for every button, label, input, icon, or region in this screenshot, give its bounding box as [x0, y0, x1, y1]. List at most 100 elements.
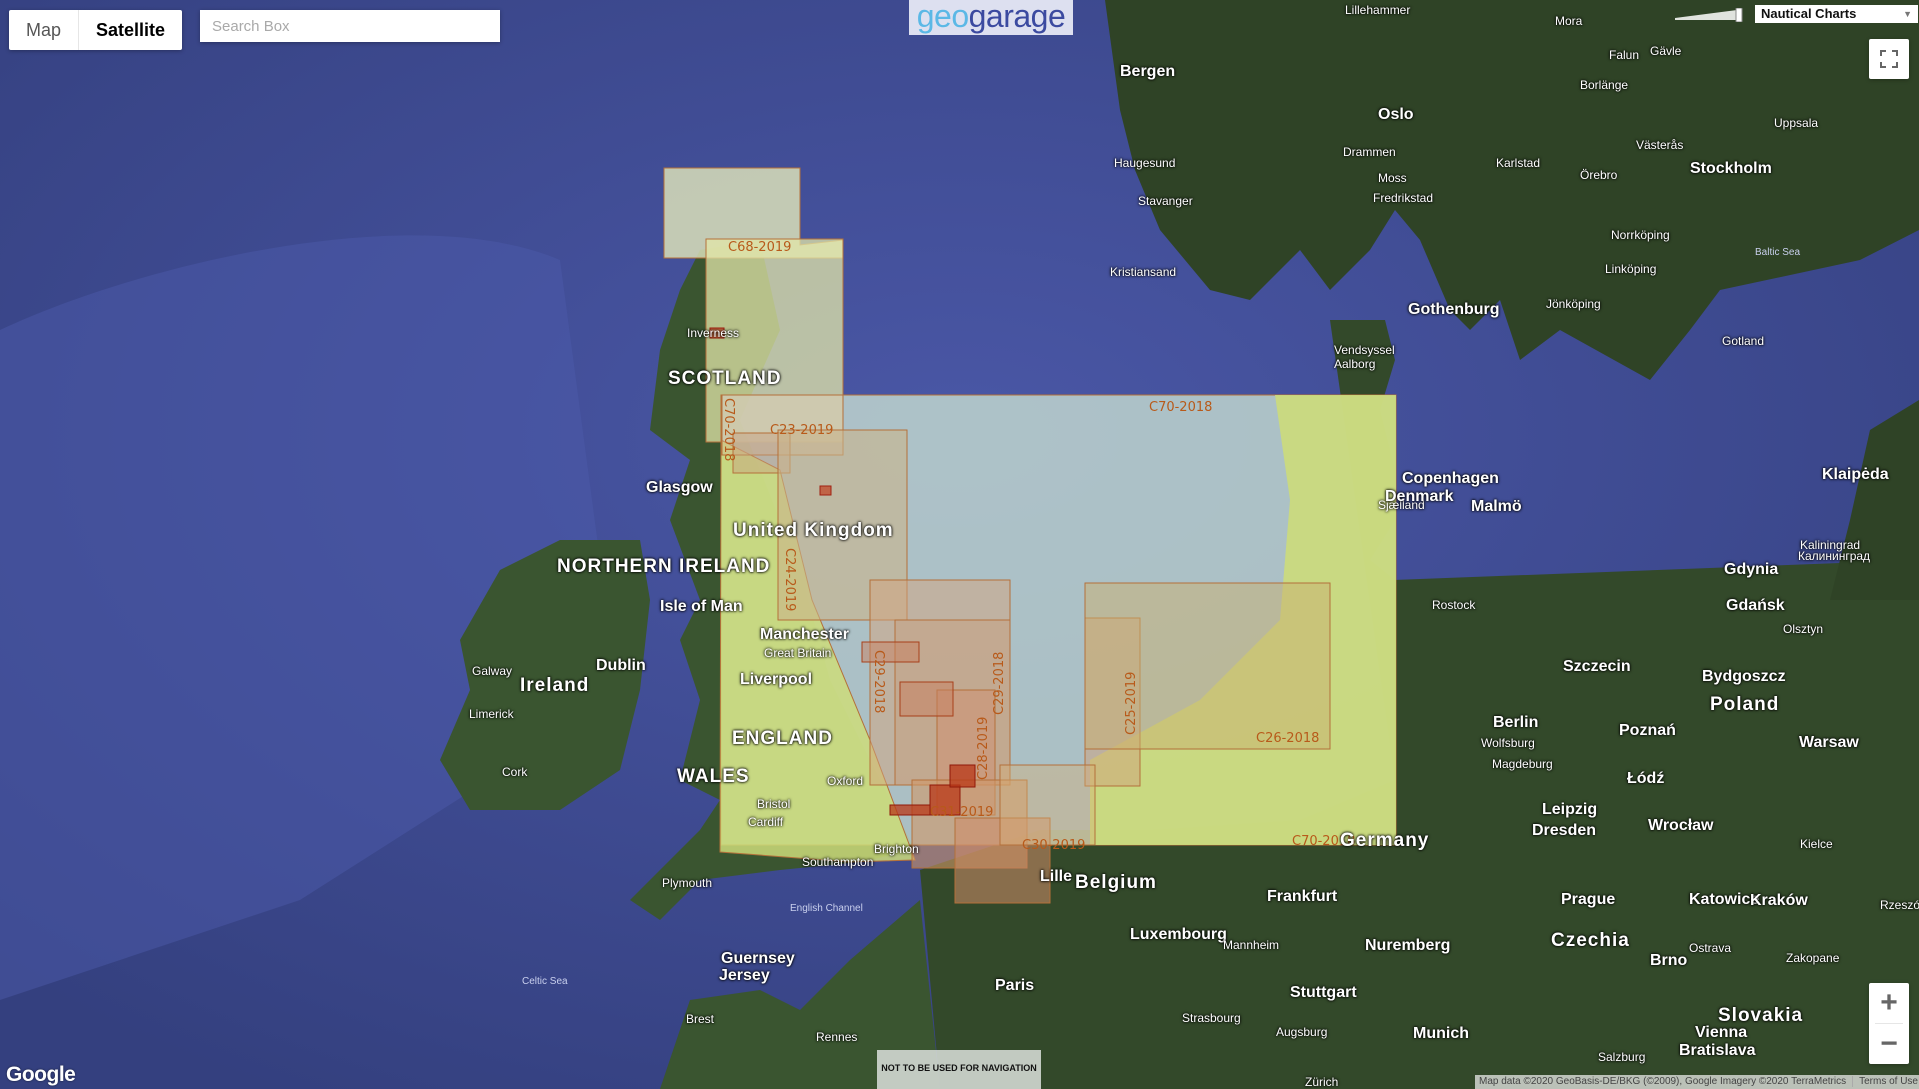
- chart-label: C23-2019: [770, 423, 833, 438]
- opacity-slider-track: [1675, 10, 1737, 20]
- place-label: Lille: [1040, 868, 1073, 885]
- place-label: Zakopane: [1786, 951, 1840, 965]
- place-label: Bergen: [1120, 63, 1176, 80]
- place-label: Jönköping: [1546, 297, 1601, 311]
- map-type-map-button[interactable]: Map: [9, 10, 78, 50]
- opacity-slider-handle[interactable]: [1735, 8, 1743, 22]
- chart-c26-2018[interactable]: [1084, 582, 1331, 750]
- place-label: Gävle: [1650, 44, 1682, 58]
- chart-harbour[interactable]: [861, 641, 920, 663]
- opacity-slider[interactable]: [1675, 8, 1743, 22]
- place-label: Malmö: [1471, 498, 1522, 515]
- chart-harbour[interactable]: [819, 485, 832, 496]
- place-label: Wolfsburg: [1481, 736, 1535, 750]
- place-label: Poland: [1710, 694, 1780, 715]
- place-label: Stavanger: [1138, 194, 1193, 208]
- place-label: Dresden: [1532, 822, 1597, 839]
- place-label: Katowice: [1689, 891, 1760, 908]
- place-label: Gdańsk: [1726, 597, 1785, 614]
- place-label: Gdynia: [1724, 561, 1779, 578]
- layer-select-value: Nautical Charts: [1761, 6, 1857, 21]
- place-label: Cardiff: [748, 815, 784, 829]
- place-label: Poznań: [1619, 722, 1676, 739]
- place-label: Brno: [1650, 952, 1688, 969]
- place-label: Isle of Man: [660, 598, 743, 615]
- place-label: ENGLAND: [732, 728, 833, 749]
- place-label: Galway: [472, 664, 513, 678]
- chart-label: C25-2019: [1124, 672, 1139, 735]
- place-label: Kristiansand: [1110, 265, 1177, 279]
- google-logo[interactable]: Google: [6, 1063, 76, 1087]
- place-label: Berlin: [1493, 714, 1539, 731]
- place-label: Celtic Sea: [522, 976, 568, 987]
- place-label: English Channel: [790, 903, 863, 914]
- place-label: Copenhagen: [1402, 470, 1499, 487]
- zoom-in-button[interactable]: +: [1869, 983, 1909, 1023]
- place-label: Frankfurt: [1267, 888, 1338, 905]
- place-label: United Kingdom: [733, 520, 894, 541]
- place-label: Vendsyssel: [1334, 343, 1395, 357]
- chart-label: C29-2018: [871, 650, 886, 713]
- place-label: Bratislava: [1679, 1042, 1756, 1059]
- chart-harbour[interactable]: [949, 764, 976, 788]
- place-label: Rennes: [816, 1030, 858, 1044]
- place-label: Kraków: [1750, 892, 1808, 909]
- place-label: Strasbourg: [1182, 1011, 1241, 1025]
- place-label: Lillehammer: [1345, 3, 1411, 17]
- place-label: Cork: [502, 765, 528, 779]
- place-label: Rostock: [1432, 598, 1476, 612]
- zoom-out-button[interactable]: −: [1869, 1024, 1909, 1064]
- layer-select[interactable]: Nautical Charts ▼: [1755, 5, 1918, 23]
- place-label: Belgium: [1075, 872, 1157, 893]
- place-label: Brighton: [874, 842, 919, 856]
- place-label: Norrköping: [1611, 228, 1670, 242]
- place-label: Wrocław: [1648, 817, 1714, 834]
- place-label: WALES: [677, 766, 750, 787]
- place-label: Ireland: [520, 675, 590, 696]
- place-label: Mannheim: [1223, 938, 1280, 952]
- place-label: Magdeburg: [1492, 757, 1553, 771]
- chart-label: C28-2019: [976, 717, 991, 780]
- place-label: Ostrava: [1689, 941, 1732, 955]
- place-label: Gothenburg: [1408, 301, 1500, 318]
- place-label: Denmark: [1385, 488, 1454, 505]
- chart-label: C70-2018: [1149, 400, 1212, 415]
- place-label: Salzburg: [1598, 1050, 1646, 1064]
- place-label: Stockholm: [1690, 160, 1772, 177]
- chart-label: C26-2018: [1256, 731, 1319, 746]
- zoom-control: + −: [1869, 983, 1909, 1064]
- place-label: NORTHERN IRELAND: [557, 556, 771, 577]
- place-label: Plymouth: [662, 876, 713, 890]
- chart-harbour[interactable]: [899, 681, 954, 717]
- geogarage-logo: geogarage: [909, 0, 1073, 35]
- fullscreen-icon: [1880, 50, 1898, 68]
- place-label: Prague: [1561, 891, 1616, 908]
- place-label: Southampton: [802, 855, 874, 869]
- place-label: Nuremberg: [1365, 937, 1451, 954]
- navigation-disclaimer: NOT TO BE USED FOR NAVIGATION: [877, 1050, 1041, 1089]
- chart-label: C68-2019: [728, 240, 791, 255]
- fullscreen-button[interactable]: [1869, 39, 1909, 79]
- chevron-down-icon: ▼: [1903, 9, 1912, 19]
- place-label: Augsburg: [1276, 1025, 1328, 1039]
- place-label: Manchester: [760, 626, 849, 643]
- place-label: Aalborg: [1334, 357, 1376, 371]
- place-label: Limerick: [469, 707, 514, 721]
- place-label: Västerås: [1636, 138, 1684, 152]
- logo-part-garage: garage: [968, 0, 1066, 34]
- place-label: Rzeszó: [1880, 898, 1919, 912]
- chart-harbour[interactable]: [889, 804, 931, 816]
- place-label: Mora: [1555, 14, 1583, 28]
- place-label: Warsaw: [1799, 734, 1859, 751]
- search-input[interactable]: [200, 10, 500, 42]
- place-label: Liverpool: [740, 671, 813, 688]
- map-type-satellite-button[interactable]: Satellite: [79, 10, 182, 50]
- place-label: Örebro: [1580, 168, 1618, 182]
- place-label: Bristol: [757, 797, 791, 811]
- chart-c30-2019-b[interactable]: [999, 764, 1096, 846]
- place-label: Gotland: [1722, 334, 1765, 348]
- place-label: Moss: [1378, 171, 1407, 185]
- place-label: Łódź: [1627, 770, 1665, 787]
- satellite-map[interactable]: C68-2019 C70-2018 C23-2019 C24-2019 C29-…: [0, 0, 1919, 1089]
- terms-of-use-link[interactable]: Terms of Use: [1852, 1076, 1918, 1087]
